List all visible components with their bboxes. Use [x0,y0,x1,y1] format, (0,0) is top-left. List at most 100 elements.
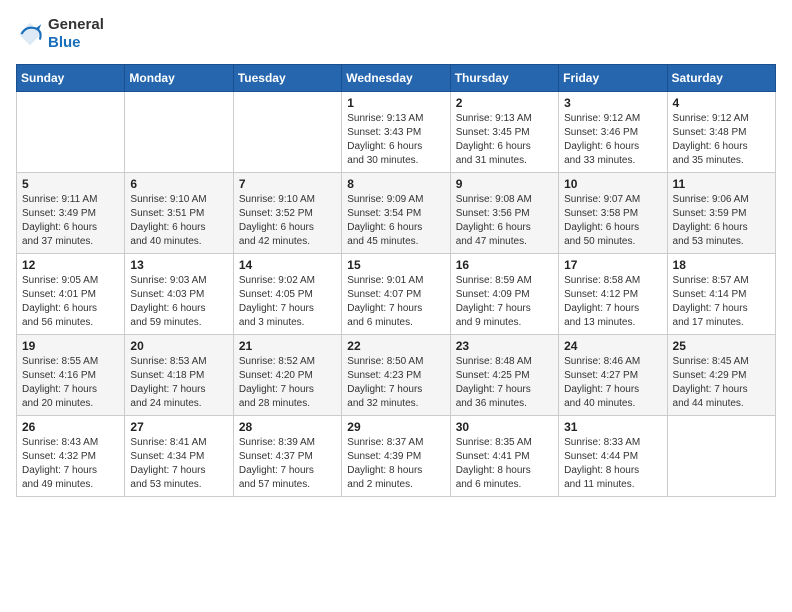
day-number: 12 [22,258,119,272]
calendar-cell [233,92,341,173]
day-number: 9 [456,177,553,191]
logo-icon [16,20,44,48]
weekday-header-thursday: Thursday [450,65,558,92]
day-number: 16 [456,258,553,272]
day-number: 11 [673,177,770,191]
day-number: 6 [130,177,227,191]
day-number: 13 [130,258,227,272]
calendar-cell: 16 Sunrise: 8:59 AM Sunset: 4:09 PM Dayli… [450,254,558,335]
day-number: 27 [130,420,227,434]
week-row-5: 26 Sunrise: 8:43 AM Sunset: 4:32 PM Dayli… [17,416,776,497]
day-info: Sunrise: 9:10 AM Sunset: 3:52 PM Dayligh… [239,193,336,249]
calendar-cell: 30 Sunrise: 8:35 AM Sunset: 4:41 PM Dayli… [450,416,558,497]
day-info: Sunrise: 9:10 AM Sunset: 3:51 PM Dayligh… [130,193,227,249]
day-info: Sunrise: 8:55 AM Sunset: 4:16 PM Dayligh… [22,355,119,411]
day-number: 21 [239,339,336,353]
day-number: 31 [564,420,661,434]
day-number: 24 [564,339,661,353]
calendar-cell: 11 Sunrise: 9:06 AM Sunset: 3:59 PM Dayli… [667,173,775,254]
calendar-cell: 31Sunrise: 8:33 AM Sunset: 4:44 PM Dayli… [559,416,667,497]
day-info: Sunrise: 9:02 AM Sunset: 4:05 PM Dayligh… [239,274,336,330]
calendar-cell: 4Sunrise: 9:12 AM Sunset: 3:48 PM Daylig… [667,92,775,173]
day-info: Sunrise: 8:57 AM Sunset: 4:14 PM Dayligh… [673,274,770,330]
day-number: 2 [456,96,553,110]
calendar-cell: 13 Sunrise: 9:03 AM Sunset: 4:03 PM Dayli… [125,254,233,335]
day-info: Sunrise: 8:48 AM Sunset: 4:25 PM Dayligh… [456,355,553,411]
weekday-header-wednesday: Wednesday [342,65,450,92]
day-info: Sunrise: 8:46 AM Sunset: 4:27 PM Dayligh… [564,355,661,411]
day-number: 1 [347,96,444,110]
day-info: Sunrise: 8:39 AM Sunset: 4:37 PM Dayligh… [239,436,336,492]
day-info: Sunrise: 9:05 AM Sunset: 4:01 PM Dayligh… [22,274,119,330]
calendar-cell: 10Sunrise: 9:07 AM Sunset: 3:58 PM Dayli… [559,173,667,254]
calendar-cell: 23 Sunrise: 8:48 AM Sunset: 4:25 PM Dayli… [450,335,558,416]
weekday-header-tuesday: Tuesday [233,65,341,92]
calendar-cell: 24 Sunrise: 8:46 AM Sunset: 4:27 PM Dayli… [559,335,667,416]
day-info: Sunrise: 8:35 AM Sunset: 4:41 PM Dayligh… [456,436,553,492]
calendar-cell: 27Sunrise: 8:41 AM Sunset: 4:34 PM Dayli… [125,416,233,497]
day-info: Sunrise: 9:01 AM Sunset: 4:07 PM Dayligh… [347,274,444,330]
calendar-cell: 8 Sunrise: 9:09 AM Sunset: 3:54 PM Daylig… [342,173,450,254]
day-info: Sunrise: 8:45 AM Sunset: 4:29 PM Dayligh… [673,355,770,411]
day-number: 8 [347,177,444,191]
day-number: 4 [673,96,770,110]
calendar-cell: 19 Sunrise: 8:55 AM Sunset: 4:16 PM Dayli… [17,335,125,416]
day-info: Sunrise: 9:11 AM Sunset: 3:49 PM Dayligh… [22,193,119,249]
day-number: 30 [456,420,553,434]
day-number: 17 [564,258,661,272]
logo: General Blue [16,16,104,52]
week-row-3: 12 Sunrise: 9:05 AM Sunset: 4:01 PM Dayli… [17,254,776,335]
day-number: 5 [22,177,119,191]
calendar-cell: 14 Sunrise: 9:02 AM Sunset: 4:05 PM Dayli… [233,254,341,335]
day-number: 22 [347,339,444,353]
calendar-cell: 28 Sunrise: 8:39 AM Sunset: 4:37 PM Dayli… [233,416,341,497]
calendar-cell: 3 Sunrise: 9:12 AM Sunset: 3:46 PM Daylig… [559,92,667,173]
day-info: Sunrise: 8:43 AM Sunset: 4:32 PM Dayligh… [22,436,119,492]
calendar-table: SundayMondayTuesdayWednesdayThursdayFrid… [16,64,776,497]
day-info: Sunrise: 9:13 AM Sunset: 3:45 PM Dayligh… [456,112,553,168]
day-info: Sunrise: 9:09 AM Sunset: 3:54 PM Dayligh… [347,193,444,249]
day-number: 3 [564,96,661,110]
day-info: Sunrise: 9:03 AM Sunset: 4:03 PM Dayligh… [130,274,227,330]
calendar-cell: 12 Sunrise: 9:05 AM Sunset: 4:01 PM Dayli… [17,254,125,335]
calendar-cell [17,92,125,173]
week-row-4: 19 Sunrise: 8:55 AM Sunset: 4:16 PM Dayli… [17,335,776,416]
day-number: 15 [347,258,444,272]
day-number: 14 [239,258,336,272]
week-row-2: 5 Sunrise: 9:11 AM Sunset: 3:49 PM Daylig… [17,173,776,254]
calendar-cell: 6 Sunrise: 9:10 AM Sunset: 3:51 PM Daylig… [125,173,233,254]
day-info: Sunrise: 8:50 AM Sunset: 4:23 PM Dayligh… [347,355,444,411]
week-row-1: 1 Sunrise: 9:13 AM Sunset: 3:43 PM Daylig… [17,92,776,173]
calendar-cell: 26 Sunrise: 8:43 AM Sunset: 4:32 PM Dayli… [17,416,125,497]
calendar-cell: 7 Sunrise: 9:10 AM Sunset: 3:52 PM Daylig… [233,173,341,254]
calendar-cell: 2 Sunrise: 9:13 AM Sunset: 3:45 PM Daylig… [450,92,558,173]
day-number: 19 [22,339,119,353]
weekday-header-row: SundayMondayTuesdayWednesdayThursdayFrid… [17,65,776,92]
calendar-cell: 29Sunrise: 8:37 AM Sunset: 4:39 PM Dayli… [342,416,450,497]
weekday-header-monday: Monday [125,65,233,92]
calendar-cell: 17 Sunrise: 8:58 AM Sunset: 4:12 PM Dayli… [559,254,667,335]
calendar-cell: 25 Sunrise: 8:45 AM Sunset: 4:29 PM Dayli… [667,335,775,416]
day-number: 23 [456,339,553,353]
day-number: 26 [22,420,119,434]
calendar-cell: 5 Sunrise: 9:11 AM Sunset: 3:49 PM Daylig… [17,173,125,254]
day-number: 28 [239,420,336,434]
calendar-cell: 9Sunrise: 9:08 AM Sunset: 3:56 PM Daylig… [450,173,558,254]
day-info: Sunrise: 8:59 AM Sunset: 4:09 PM Dayligh… [456,274,553,330]
page-header: General Blue [16,16,776,52]
calendar-cell: 21 Sunrise: 8:52 AM Sunset: 4:20 PM Dayli… [233,335,341,416]
day-number: 20 [130,339,227,353]
day-info: Sunrise: 9:06 AM Sunset: 3:59 PM Dayligh… [673,193,770,249]
calendar-cell [125,92,233,173]
calendar-cell: 22 Sunrise: 8:50 AM Sunset: 4:23 PM Dayli… [342,335,450,416]
day-info: Sunrise: 8:58 AM Sunset: 4:12 PM Dayligh… [564,274,661,330]
day-number: 25 [673,339,770,353]
weekday-header-sunday: Sunday [17,65,125,92]
logo-text: General Blue [48,16,104,52]
day-info: Sunrise: 9:12 AM Sunset: 3:46 PM Dayligh… [564,112,661,168]
weekday-header-friday: Friday [559,65,667,92]
day-number: 18 [673,258,770,272]
day-number: 7 [239,177,336,191]
day-info: Sunrise: 9:13 AM Sunset: 3:43 PM Dayligh… [347,112,444,168]
day-info: Sunrise: 8:52 AM Sunset: 4:20 PM Dayligh… [239,355,336,411]
